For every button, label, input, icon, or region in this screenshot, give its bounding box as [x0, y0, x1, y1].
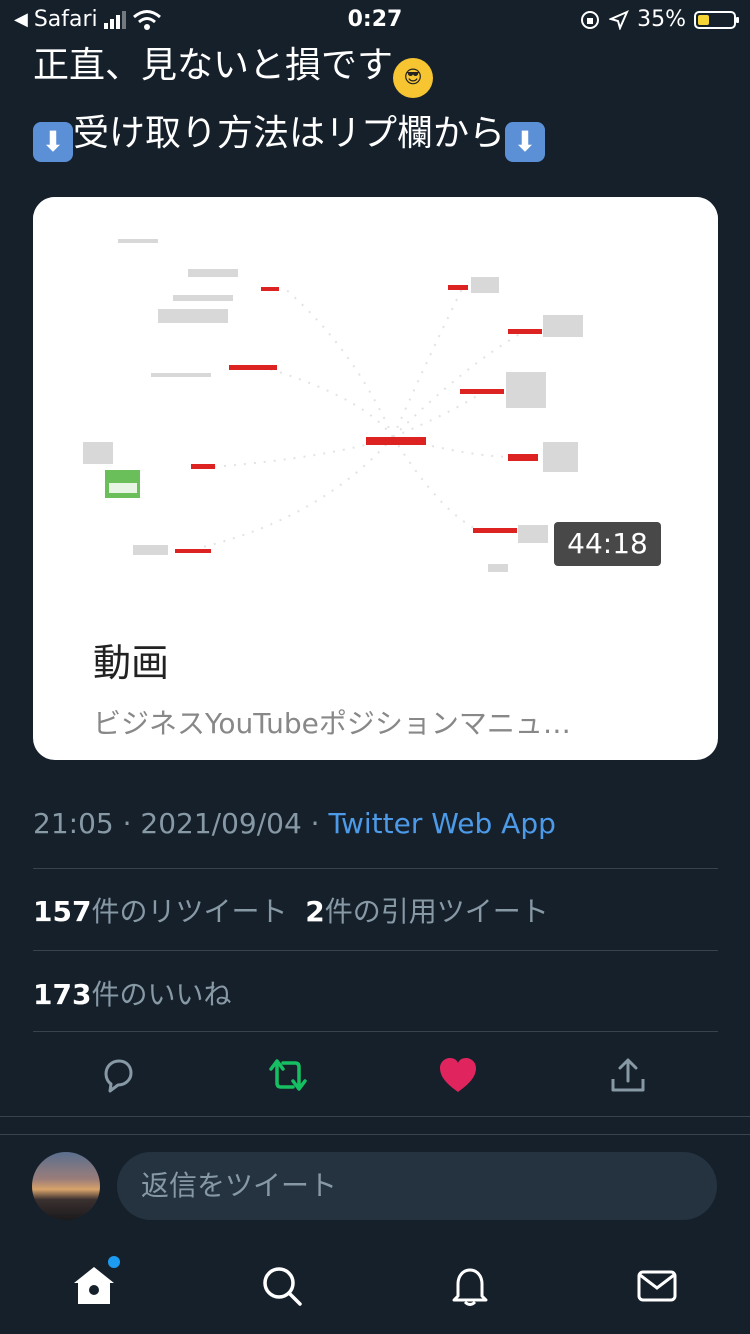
reply-button[interactable] [93, 1050, 143, 1100]
sunglasses-emoji-icon: 😎 [393, 58, 434, 98]
tab-messages[interactable] [629, 1258, 685, 1314]
heart-icon [440, 1058, 476, 1092]
tweet-meta: 21:05 · 2021/09/04 · Twitter Web App [33, 807, 556, 840]
like-button[interactable] [433, 1050, 483, 1100]
quote-label: 件の引用ツイート [324, 895, 549, 928]
retweet-icon [269, 1059, 307, 1091]
like-count: 173 [33, 978, 92, 1011]
notification-dot [108, 1256, 120, 1268]
video-card[interactable]: 44:18 動画 ビジネスYouTubeポジションマニュ… [33, 197, 718, 760]
like-stats[interactable]: 173件のいいね [33, 973, 231, 1013]
tab-notifications[interactable] [442, 1258, 498, 1314]
mail-icon [637, 1270, 677, 1302]
avatar[interactable] [32, 1152, 100, 1220]
share-button[interactable] [603, 1050, 653, 1100]
video-duration-badge: 44:18 [554, 522, 661, 566]
tweet-text-line-2: ⬇ 受け取り方法はリプ欄から ⬇ [33, 104, 546, 162]
tweet-text-line-1: 正直、見ないと損です 😎 [33, 36, 434, 98]
tab-search[interactable] [254, 1258, 310, 1314]
tab-home[interactable] [66, 1256, 122, 1314]
quote-count: 2 [305, 895, 325, 928]
tweet-actions [0, 1050, 750, 1100]
status-bar: ◀ Safari 0:27 35% [0, 0, 750, 40]
battery-percent: 35% [637, 7, 686, 32]
reply-input[interactable]: 返信をツイート [117, 1152, 717, 1220]
divider [33, 950, 718, 951]
share-icon [611, 1058, 645, 1092]
search-icon [263, 1267, 302, 1306]
down-arrow-emoji-icon: ⬇ [505, 122, 546, 162]
like-label: 件のいいね [91, 978, 232, 1011]
down-arrow-emoji-icon: ⬇ [33, 122, 73, 162]
bell-icon [452, 1268, 488, 1306]
card-subtitle: ビジネスYouTubeポジションマニュ… [93, 707, 571, 740]
rotation-lock-icon [581, 10, 600, 29]
card-title: 動画 [93, 641, 170, 685]
reply-icon [104, 1059, 133, 1093]
retweet-stats[interactable]: 157件のリツイート 2件の引用ツイート [33, 890, 549, 930]
retweet-count: 157 [33, 895, 92, 928]
divider [0, 1134, 750, 1135]
retweet-label: 件のリツイート [91, 895, 288, 928]
battery-icon [694, 10, 739, 29]
divider [0, 1116, 750, 1117]
tweet-source-link[interactable]: Twitter Web App [328, 807, 555, 840]
divider [33, 868, 718, 869]
home-icon [74, 1267, 114, 1304]
retweet-button[interactable] [263, 1050, 313, 1100]
tweet-timestamp: 21:05 · 2021/09/04 · [33, 807, 329, 840]
divider [33, 1031, 718, 1032]
location-icon [609, 9, 630, 30]
